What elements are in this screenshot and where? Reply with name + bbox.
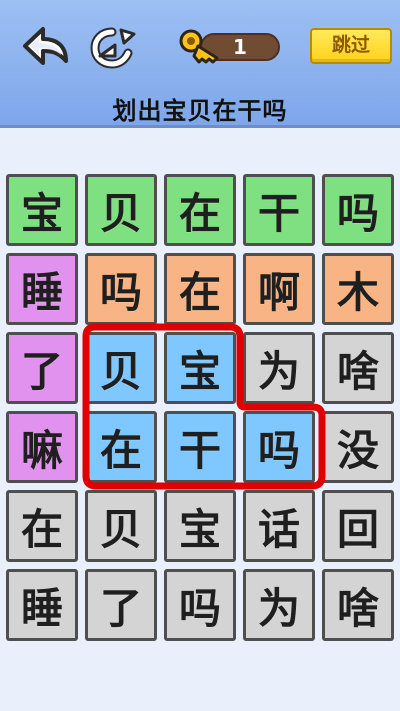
tile-r3-c4[interactable]: 为 — [243, 332, 315, 404]
tile-r3-c1[interactable]: 了 — [6, 332, 78, 404]
tile-r1-c2[interactable]: 贝 — [85, 174, 157, 246]
tile-r6-c4[interactable]: 为 — [243, 569, 315, 641]
tile-r2-c5[interactable]: 木 — [322, 253, 394, 325]
tile-r5-c1[interactable]: 在 — [6, 490, 78, 562]
tile-r5-c3[interactable]: 宝 — [164, 490, 236, 562]
tile-r2-c4[interactable]: 啊 — [243, 253, 315, 325]
tile-r1-c5[interactable]: 吗 — [322, 174, 394, 246]
tile-r4-c4[interactable]: 吗 — [243, 411, 315, 483]
tile-r2-c2[interactable]: 吗 — [85, 253, 157, 325]
word-grid[interactable]: 宝 贝 在 干 吗 睡 吗 在 啊 木 了 贝 宝 为 啥 嘛 在 干 吗 没 … — [0, 0, 400, 711]
tile-r5-c5[interactable]: 回 — [322, 490, 394, 562]
tile-r3-c2[interactable]: 贝 — [85, 332, 157, 404]
tile-r6-c5[interactable]: 啥 — [322, 569, 394, 641]
tile-r1-c3[interactable]: 在 — [164, 174, 236, 246]
tile-r6-c1[interactable]: 睡 — [6, 569, 78, 641]
tile-r6-c3[interactable]: 吗 — [164, 569, 236, 641]
tile-r5-c2[interactable]: 贝 — [85, 490, 157, 562]
tile-r4-c5[interactable]: 没 — [322, 411, 394, 483]
tile-r6-c2[interactable]: 了 — [85, 569, 157, 641]
tile-r4-c3[interactable]: 干 — [164, 411, 236, 483]
tile-r3-c5[interactable]: 啥 — [322, 332, 394, 404]
tile-r4-c1[interactable]: 嘛 — [6, 411, 78, 483]
tile-r2-c1[interactable]: 睡 — [6, 253, 78, 325]
tile-r4-c2[interactable]: 在 — [85, 411, 157, 483]
tile-r3-c3[interactable]: 宝 — [164, 332, 236, 404]
tile-r1-c1[interactable]: 宝 — [6, 174, 78, 246]
tile-r5-c4[interactable]: 话 — [243, 490, 315, 562]
tile-r1-c4[interactable]: 干 — [243, 174, 315, 246]
tile-r2-c3[interactable]: 在 — [164, 253, 236, 325]
